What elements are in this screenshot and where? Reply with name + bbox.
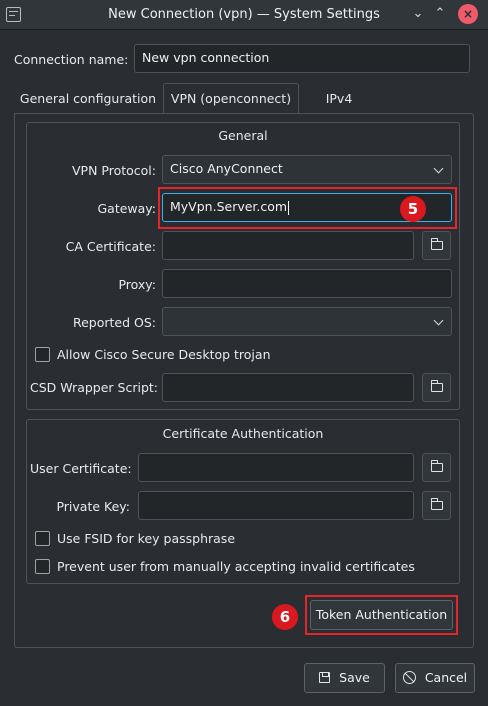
step-6-badge: 6 bbox=[272, 604, 298, 630]
cancel-icon bbox=[402, 671, 416, 684]
reported-os-select[interactable] bbox=[162, 307, 452, 336]
allow-csd-checkbox[interactable] bbox=[35, 347, 50, 362]
private-key-field[interactable] bbox=[138, 491, 414, 520]
cancel-button[interactable]: Cancel bbox=[395, 663, 475, 693]
use-fsid-label[interactable]: Use FSID for key passphrase bbox=[57, 531, 235, 546]
chevron-down-icon bbox=[433, 163, 444, 174]
cancel-label: Cancel bbox=[424, 670, 468, 685]
ca-certificate-browse-button[interactable] bbox=[422, 231, 451, 260]
tab-vpn-openconnect[interactable]: VPN (openconnect) bbox=[163, 83, 299, 114]
folder-icon bbox=[431, 238, 443, 250]
chevron-down-icon bbox=[433, 315, 444, 326]
gateway-label: Gateway: bbox=[97, 201, 156, 216]
user-certificate-field[interactable] bbox=[138, 453, 414, 482]
vpn-protocol-value: Cisco AnyConnect bbox=[170, 161, 283, 176]
chevron-up-icon[interactable]: ⌃ bbox=[430, 4, 450, 24]
save-button[interactable]: Save bbox=[304, 663, 385, 693]
proxy-label: Proxy: bbox=[118, 277, 156, 292]
folder-icon bbox=[431, 380, 443, 392]
csd-wrapper-label: CSD Wrapper Script: bbox=[30, 380, 158, 395]
use-fsid-checkbox[interactable] bbox=[35, 531, 50, 546]
save-icon bbox=[319, 672, 331, 683]
private-key-label: Private Key: bbox=[56, 499, 130, 514]
ca-certificate-label: CA Certificate: bbox=[65, 239, 156, 254]
vpn-protocol-select[interactable]: Cisco AnyConnect bbox=[162, 155, 452, 184]
tab-ipv4[interactable]: IPv4 bbox=[299, 84, 379, 114]
save-label: Save bbox=[339, 670, 370, 685]
folder-icon bbox=[431, 460, 443, 472]
folder-icon bbox=[431, 498, 443, 510]
proxy-field[interactable] bbox=[162, 269, 452, 298]
cert-auth-group-title: Certificate Authentication bbox=[162, 426, 324, 441]
prevent-invalid-label[interactable]: Prevent user from manually accepting inv… bbox=[57, 559, 415, 574]
token-authentication-button[interactable]: Token Authentication bbox=[310, 600, 453, 630]
tab-general-configuration[interactable]: General configuration bbox=[14, 84, 162, 114]
connection-name-label: Connection name: bbox=[14, 52, 129, 67]
reported-os-label: Reported OS: bbox=[72, 315, 156, 330]
ca-certificate-field[interactable] bbox=[162, 231, 414, 260]
prevent-invalid-checkbox[interactable] bbox=[35, 559, 50, 574]
vpn-protocol-label: VPN Protocol: bbox=[72, 163, 156, 178]
connection-name-field[interactable]: New vpn connection bbox=[134, 44, 470, 73]
csd-wrapper-browse-button[interactable] bbox=[422, 373, 451, 402]
private-key-browse-button[interactable] bbox=[422, 491, 451, 520]
title-bar: New Connection (vpn) — System Settings ⌄… bbox=[0, 0, 488, 30]
step-5-badge: 5 bbox=[400, 196, 426, 222]
user-certificate-label: User Certificate: bbox=[30, 461, 132, 476]
user-certificate-browse-button[interactable] bbox=[422, 453, 451, 482]
general-group-title: General bbox=[218, 128, 268, 143]
chevron-down-icon[interactable]: ⌄ bbox=[408, 4, 428, 24]
allow-csd-label[interactable]: Allow Cisco Secure Desktop trojan bbox=[57, 347, 271, 362]
csd-wrapper-field[interactable] bbox=[162, 373, 414, 402]
close-icon[interactable]: × bbox=[458, 4, 478, 24]
